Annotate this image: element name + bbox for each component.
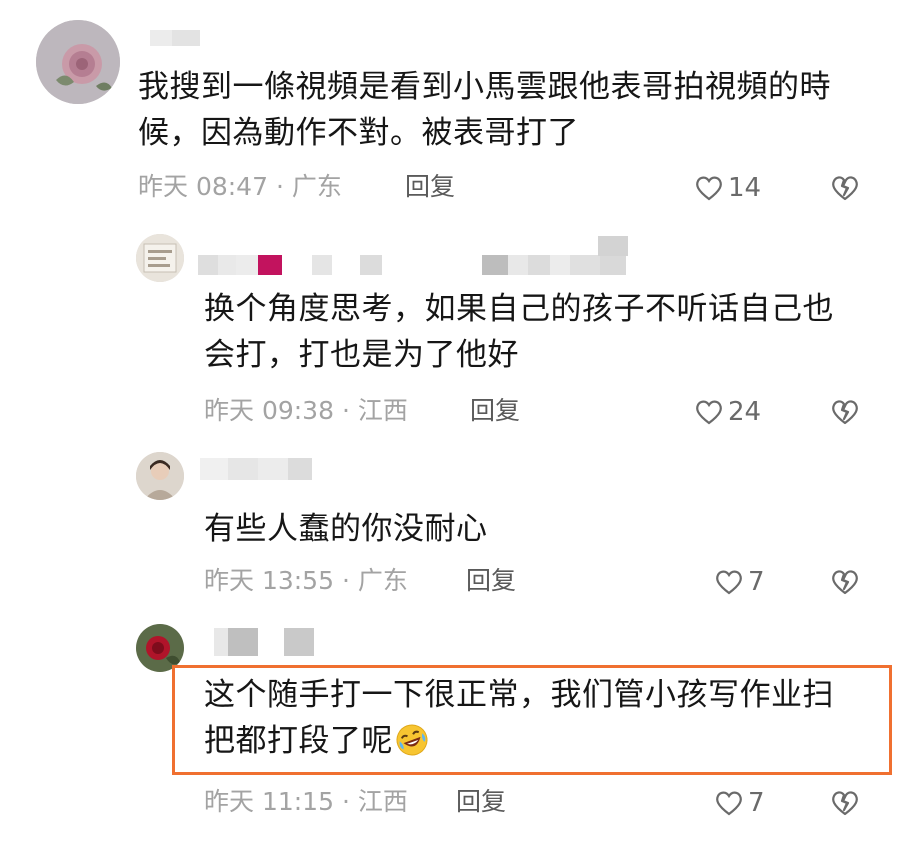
username-mosaic (598, 236, 628, 256)
reply-button[interactable]: 回复 (466, 566, 516, 596)
reply-button[interactable]: 回复 (456, 787, 506, 817)
like-button[interactable]: 7 (714, 788, 765, 818)
username-mosaic (150, 30, 200, 46)
reply-button[interactable]: 回复 (405, 172, 455, 202)
heart-outline-icon (716, 570, 742, 595)
comment-meta: 昨天 11:15 · 江西 (204, 787, 408, 816)
rofl-emoji-icon (396, 724, 428, 756)
dislike-button[interactable] (830, 567, 860, 597)
comment-meta: 昨天 13:55 · 广东 (204, 566, 408, 595)
like-button[interactable]: 24 (694, 397, 761, 427)
reply-button[interactable]: 回复 (470, 396, 520, 426)
like-button[interactable]: 14 (694, 173, 761, 203)
comment-text: 这个随手打一下很正常，我们管小孩写作业扫把都打段了呢 (204, 672, 844, 764)
dislike-button[interactable] (830, 173, 860, 203)
avatar-person[interactable] (136, 452, 184, 500)
comment-text-content: 这个随手打一下很正常，我们管小孩写作业扫把都打段了呢 (204, 677, 834, 759)
comment-text: 换个角度思考，如果自己的孩子不听话自己也会打，打也是为了他好 (204, 291, 834, 373)
like-count: 7 (748, 788, 765, 818)
comment-meta: 昨天 08:47 · 广东 (138, 172, 342, 201)
comment-meta: 昨天 09:38 · 江西 (204, 396, 408, 425)
like-count: 7 (748, 567, 765, 597)
like-count: 14 (728, 173, 762, 203)
dislike-button[interactable] (830, 788, 860, 818)
comment-text: 我搜到一條視頻是看到小馬雲跟他表哥拍視頻的時候，因為動作不對。被表哥打了 (138, 69, 831, 151)
broken-heart-icon (832, 176, 858, 201)
username-mosaic (214, 628, 314, 656)
avatar-book[interactable] (136, 234, 184, 282)
comment-text: 有些人蠢的你没耐心 (204, 511, 488, 547)
like-count: 24 (728, 397, 762, 427)
heart-outline-icon (696, 400, 722, 425)
heart-outline-icon (716, 791, 742, 816)
avatar-rose[interactable] (36, 20, 120, 104)
username-mosaic (198, 255, 678, 275)
username-mosaic (200, 458, 312, 480)
like-button[interactable]: 7 (714, 567, 765, 597)
dislike-button[interactable] (830, 397, 860, 427)
broken-heart-icon (832, 570, 858, 595)
broken-heart-icon (832, 400, 858, 425)
heart-outline-icon (696, 176, 722, 201)
broken-heart-icon (832, 791, 858, 816)
